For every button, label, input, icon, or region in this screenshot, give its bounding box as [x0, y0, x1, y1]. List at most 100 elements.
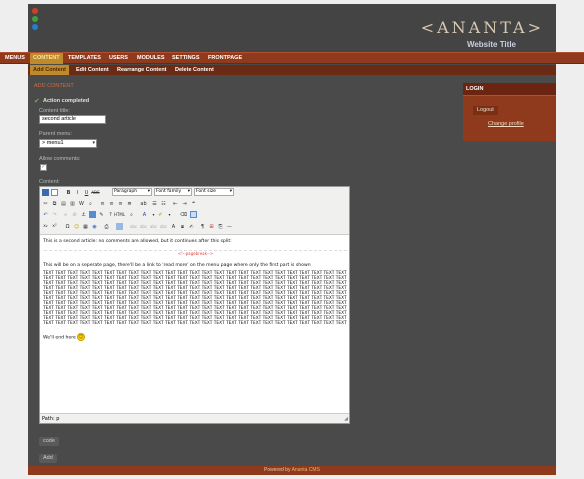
content-title-input[interactable]: second article [39, 115, 106, 124]
format-select[interactable]: Paragraph [112, 188, 152, 196]
logout-button[interactable]: Logout [473, 106, 498, 115]
html-icon[interactable]: HTML [114, 211, 125, 218]
fullscreen-icon[interactable] [116, 223, 123, 230]
menu-item-content[interactable]: CONTENT [30, 53, 63, 64]
unlink-icon[interactable]: ⊘ [71, 211, 78, 218]
section-title: ADD CONTENT [34, 83, 74, 89]
undo-icon[interactable]: ↶ [42, 211, 49, 218]
menu-item-settings[interactable]: SETTINGS [169, 53, 203, 64]
site-title: Website Title [466, 40, 516, 49]
blue-dot-icon [32, 24, 38, 30]
find-icon[interactable]: ⌕ [87, 200, 94, 207]
help-icon[interactable]: ? [107, 211, 114, 218]
add-button[interactable]: Add [39, 454, 57, 463]
ins-icon[interactable]: abc [160, 223, 167, 230]
abbr-icon[interactable]: abc [130, 223, 137, 230]
visual-aid-icon[interactable] [190, 211, 197, 218]
change-profile-link[interactable]: Change profile [488, 121, 524, 127]
check-icon: ✔ [34, 98, 40, 105]
del-icon[interactable]: abc [150, 223, 157, 230]
new-document-icon[interactable] [51, 189, 58, 196]
page-break-icon[interactable]: ⎘ [217, 223, 224, 230]
globe-icon[interactable]: ◉ [91, 223, 98, 230]
cms-link[interactable]: Ananta CMS [292, 467, 320, 473]
media-icon[interactable]: ▦ [82, 223, 89, 230]
print-icon[interactable]: ⎙ [103, 223, 110, 230]
main-menu-bar: MENUS CONTENT TEMPLATES USERS MODULES SE… [0, 52, 584, 64]
chevron-down-icon: ▾ [92, 140, 95, 146]
align-justify-icon[interactable]: ≣ [126, 200, 133, 207]
code-button[interactable]: code [39, 437, 59, 446]
highlight-color-icon[interactable]: ✐ [157, 211, 164, 218]
menu-item-users[interactable]: USERS [106, 53, 131, 64]
template-icon[interactable]: ⧈ [179, 223, 186, 230]
submenu-edit-content[interactable]: Edit Content [73, 65, 112, 75]
align-center-icon[interactable]: ≡ [108, 200, 115, 207]
paste-text-icon[interactable]: ▥ [69, 200, 76, 207]
omega-icon[interactable]: Ω [64, 223, 71, 230]
resize-handle-icon[interactable]: ◢ [344, 416, 348, 422]
italic-icon[interactable]: I [74, 189, 81, 196]
cut-icon[interactable]: ✂ [42, 200, 49, 207]
replace-icon[interactable]: ab [140, 200, 147, 207]
redo-icon[interactable]: ↷ [51, 211, 58, 218]
blockquote-icon[interactable]: ❝ [190, 200, 197, 207]
link-icon[interactable]: ∞ [62, 211, 69, 218]
submenu-add-content[interactable]: Add Content [30, 65, 69, 75]
submenu-rearrange-content[interactable]: Rearrange Content [114, 65, 170, 75]
menu-item-modules[interactable]: MODULES [134, 53, 168, 64]
copy-icon[interactable]: ⧉ [51, 200, 58, 207]
editor-pagebreak: <!--pagebreak--> [44, 250, 347, 257]
menu-item-menus[interactable]: MENUS [2, 53, 28, 64]
site-header: <ANANTA> Website Title [28, 4, 556, 52]
font-color-icon[interactable]: A [141, 211, 148, 218]
numbered-list-icon[interactable]: ☷ [160, 200, 167, 207]
menu-item-frontpage[interactable]: FRONTPAGE [205, 53, 245, 64]
bold-icon[interactable]: B [65, 189, 72, 196]
underline-icon[interactable]: U [83, 189, 90, 196]
sub-menu-bar: Add Content Edit Content Rearrange Conte… [28, 65, 556, 75]
allow-comments-checkbox[interactable]: ✓ [40, 164, 47, 171]
visual-chars-icon[interactable]: ¶ [199, 223, 206, 230]
chevron-down-icon[interactable]: ▾ [150, 211, 157, 218]
parent-menu-select[interactable]: > menu1 ▾ [39, 139, 97, 148]
paste-icon[interactable]: ▤ [60, 200, 67, 207]
eraser-icon[interactable]: ⌫ [180, 211, 187, 218]
editor-content-area[interactable]: This is a second article: no comments ar… [42, 237, 347, 407]
anchor-icon[interactable]: ⚓ [80, 211, 87, 218]
editor-text-row: TEXT TEXT TEXT TEXT TEXT TEXT TEXT TEXT … [43, 321, 347, 326]
image-icon[interactable] [89, 211, 96, 218]
outdent-icon[interactable]: ⇤ [172, 200, 179, 207]
font-family-select[interactable]: Font family [154, 188, 192, 196]
subscript-icon[interactable]: x₂ [42, 223, 49, 230]
font-size-select[interactable]: Font size [194, 188, 234, 196]
cleanup-icon[interactable]: ✎ [98, 211, 105, 218]
paste-word-icon[interactable]: W [78, 200, 85, 207]
strikethrough-icon[interactable]: ABC [91, 189, 99, 196]
parent-menu-value: > menu1 [42, 140, 64, 146]
emoticon-icon[interactable]: ☺ [73, 223, 80, 230]
chevron-down-icon[interactable]: ▾ [166, 211, 173, 218]
editor-paragraph-continuation: This will be on a seperate page, there'l… [43, 263, 311, 268]
search-icon[interactable]: ⌕ [128, 211, 135, 218]
align-right-icon[interactable]: ≡ [117, 200, 124, 207]
login-title: LOGIN [463, 83, 556, 96]
style-icon[interactable]: ✍ [188, 223, 195, 230]
save-icon[interactable] [42, 189, 49, 196]
attribs-icon[interactable]: A [170, 223, 177, 230]
font-family-select-value: Font family [156, 189, 182, 194]
bullet-list-icon[interactable]: ☰ [151, 200, 158, 207]
horizontal-rule-icon[interactable]: — [226, 223, 233, 230]
format-select-value: Paragraph [114, 189, 138, 194]
menu-item-templates[interactable]: TEMPLATES [65, 53, 104, 64]
editor-closing-line: We'll end here ☺ [43, 333, 85, 341]
submenu-delete-content[interactable]: Delete Content [172, 65, 217, 75]
content-title-label: Content title: [39, 108, 70, 114]
indent-icon[interactable]: ⇥ [181, 200, 188, 207]
non-breaking-icon[interactable]: ⊞ [208, 223, 215, 230]
rich-text-editor: B I U ABC Paragraph Font family Font siz… [39, 186, 350, 424]
allow-comments-label: Allow comments: [39, 156, 81, 162]
acronym-icon[interactable]: abc [140, 223, 147, 230]
align-left-icon[interactable]: ≡ [99, 200, 106, 207]
superscript-icon[interactable]: x² [51, 223, 58, 230]
